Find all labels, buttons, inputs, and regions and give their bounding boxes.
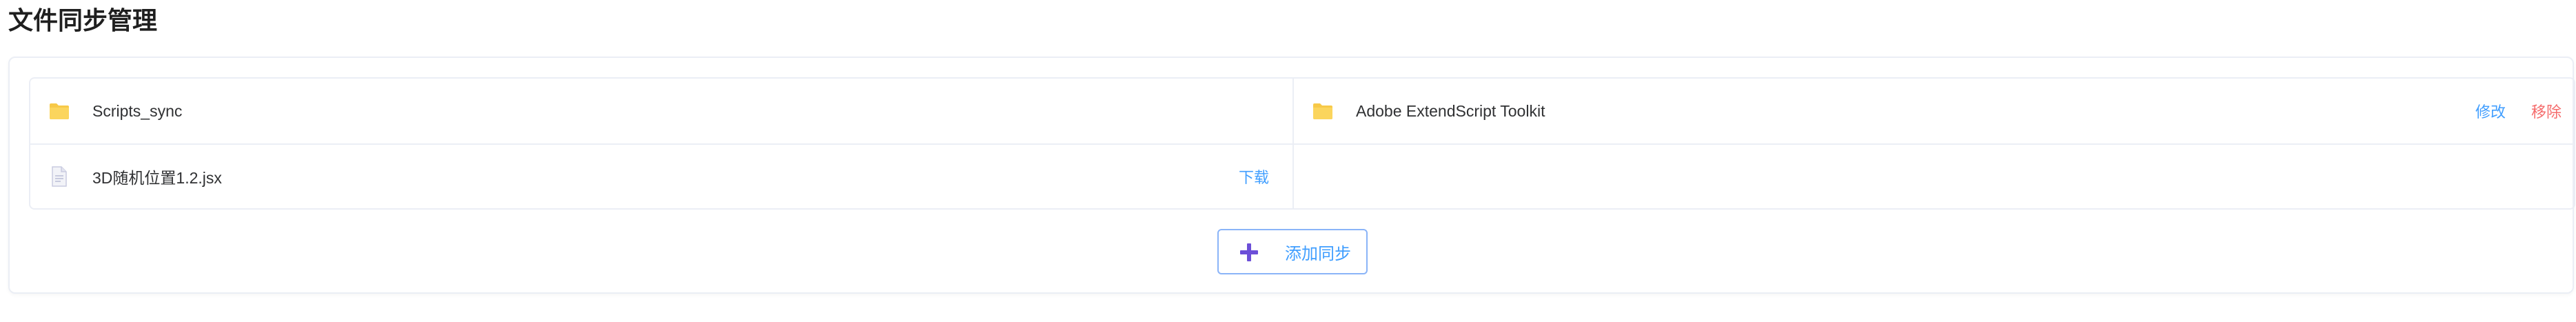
page: 文件同步管理 Scripts_sync Adobe ExtendScript T… [0,0,2576,322]
folder-icon [1312,100,1334,122]
file-icon [48,165,70,188]
page-title: 文件同步管理 [8,7,158,35]
plus-icon [1239,243,1259,262]
remove-button[interactable]: 移除 [2531,100,2562,122]
file-item-3d-random-position[interactable]: 3D随机位置1.2.jsx 下载 [30,145,1294,208]
file-grid: Scripts_sync Adobe ExtendScript Toolkit … [29,77,2575,210]
file-item-scripts-sync[interactable]: Scripts_sync [30,79,1294,145]
sync-card: Scripts_sync Adobe ExtendScript Toolkit … [8,57,2575,294]
file-name: Scripts_sync [92,101,183,120]
file-name: Adobe ExtendScript Toolkit [1356,101,1545,120]
empty-cell [1294,145,2574,208]
file-item-adobe-extendscript-toolkit[interactable]: Adobe ExtendScript Toolkit 修改 移除 [1294,79,2574,145]
add-sync-button[interactable]: 添加同步 [1217,229,1368,274]
file-name: 3D随机位置1.2.jsx [92,169,222,187]
edit-button[interactable]: 修改 [2475,100,2506,122]
folder-icon [48,100,70,122]
add-sync-label: 添加同步 [1285,243,1351,263]
download-button[interactable]: 下载 [1239,165,1269,188]
